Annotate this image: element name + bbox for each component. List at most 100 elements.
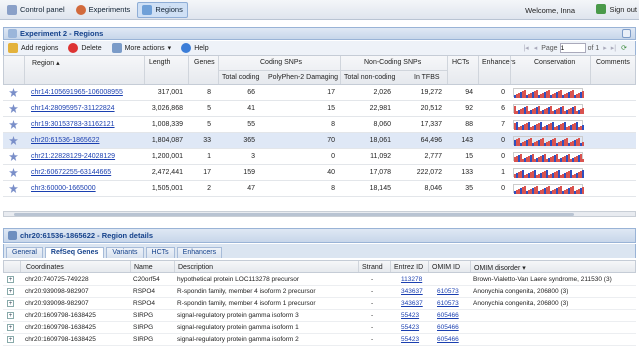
entrez-link[interactable]: 343637 (401, 300, 423, 307)
cell-strand: - (371, 276, 374, 283)
star-icon[interactable] (9, 120, 18, 129)
col-total-noncoding[interactable]: Total non-coding (344, 74, 395, 81)
entrez-link[interactable]: 113278 (401, 276, 422, 283)
last-page-icon[interactable]: ▸| (611, 44, 616, 52)
region-link[interactable]: chr19:30153783-31162121 (31, 121, 115, 128)
table-row[interactable]: chr14:28095957-31122824 3,026,868 5 41 1… (3, 101, 636, 117)
next-page-icon[interactable]: ▸ (603, 44, 607, 52)
col-length[interactable]: Length (149, 59, 170, 66)
conservation-bar (538, 106, 540, 114)
conservation-bar (568, 109, 570, 114)
conservation-bar (526, 191, 528, 194)
cell-description: signal-regulatory protein gamma isoform … (177, 324, 299, 331)
col-name[interactable]: Name (134, 264, 153, 271)
col-comments[interactable]: Comments (596, 59, 630, 66)
expand-icon[interactable]: + (7, 336, 14, 343)
conservation-bar (566, 110, 568, 114)
sign-out-link[interactable]: Sign out (596, 4, 637, 14)
entrez-link[interactable]: 55423 (401, 336, 419, 343)
star-icon[interactable] (9, 104, 18, 113)
col-genes[interactable]: Genes (194, 59, 215, 66)
first-page-icon[interactable]: |◂ (523, 44, 528, 52)
col-polyphen[interactable]: PolyPhen-2 Damaging (268, 74, 338, 81)
conservation-bar (562, 123, 564, 130)
table-row[interactable]: chr2:60672255-63144665 2,472,441 17 159 … (3, 165, 636, 181)
table-row[interactable]: chr19:30153783-31162121 1,008,339 5 55 8… (3, 117, 636, 133)
cell-polyphen: 8 (331, 185, 335, 192)
tab-general[interactable]: General (6, 247, 43, 258)
table-row[interactable]: + chr20:740725-749228 C20orf54 hypotheti… (3, 274, 636, 286)
collapse-icon[interactable] (622, 29, 631, 38)
conservation-bar (582, 170, 584, 178)
cell-polyphen: 40 (327, 169, 335, 176)
star-icon[interactable] (9, 168, 18, 177)
more-actions-button[interactable]: More actions ▾ (111, 43, 171, 53)
col-conservation[interactable]: Conservation (534, 59, 575, 66)
table-row[interactable]: chr3:60000-1665000 1,505,001 2 47 8 18,1… (3, 181, 636, 197)
star-icon[interactable] (9, 152, 18, 161)
omim-link[interactable]: 610573 (437, 288, 459, 295)
tab-hcts[interactable]: HCTs (145, 247, 175, 258)
entrez-link[interactable]: 55423 (401, 324, 419, 331)
col-strand[interactable]: Strand (362, 264, 383, 271)
col-omim-id[interactable]: OMIM ID (432, 264, 460, 271)
conservation-bar (538, 123, 540, 130)
conservation-bar (526, 123, 528, 130)
region-link[interactable]: chr21:22828129-24028129 (31, 153, 115, 160)
page-input[interactable] (559, 43, 586, 53)
table-row[interactable]: + chr20:939098-982907 RSPO4 R-spondin fa… (3, 286, 636, 298)
horizontal-scrollbar[interactable] (3, 211, 636, 217)
help-button[interactable]: Help (181, 43, 209, 53)
nav-control-panel[interactable]: Control panel (3, 2, 69, 18)
col-omim-disorder[interactable]: OMIM disorder ▾ (474, 264, 526, 272)
region-link[interactable]: chr20:61536-1865622 (31, 137, 100, 144)
table-row[interactable]: + chr20:1609798-1638425 SIRPG signal-reg… (3, 322, 636, 334)
entrez-link[interactable]: 343637 (401, 288, 423, 295)
panel-title: Experiment 2 - Regions (20, 29, 104, 38)
entrez-link[interactable]: 55423 (401, 312, 419, 319)
table-row[interactable]: chr21:22828129-24028129 1,200,001 1 3 0 … (3, 149, 636, 165)
star-icon[interactable] (9, 184, 18, 193)
tab-variants[interactable]: Variants (106, 247, 144, 258)
col-description[interactable]: Description (178, 264, 213, 271)
expand-icon[interactable]: + (7, 276, 14, 283)
omim-link[interactable]: 605466 (437, 324, 459, 331)
star-icon[interactable] (9, 136, 18, 145)
nav-experiments[interactable]: Experiments (72, 2, 135, 18)
table-row[interactable]: + chr20:1609798-1638425 SIRPG signal-reg… (3, 310, 636, 322)
table-row[interactable]: chr14:105691965-106008955 317,001 8 66 1… (3, 85, 636, 101)
omim-link[interactable]: 605466 (437, 336, 459, 343)
tab-refseq-genes[interactable]: RefSeq Genes (44, 247, 105, 258)
star-icon[interactable] (9, 88, 18, 97)
col-total-coding[interactable]: Total coding (222, 74, 259, 81)
table-row[interactable]: + chr20:1609798-1638425 SIRPG signal-reg… (3, 334, 636, 346)
conservation-bar (572, 141, 574, 146)
prev-page-icon[interactable]: ◂ (534, 44, 538, 52)
omim-link[interactable]: 610573 (437, 300, 459, 307)
expand-icon[interactable]: + (7, 288, 14, 295)
delete-button[interactable]: Delete (68, 43, 102, 53)
scrollbar-thumb[interactable] (14, 213, 574, 216)
nav-regions[interactable]: Regions (137, 1, 188, 18)
col-entrez[interactable]: Entrez ID (394, 264, 423, 271)
conservation-bar (572, 186, 574, 194)
expand-icon[interactable]: + (7, 300, 14, 307)
table-row[interactable]: chr20:61536-1865622 1,804,087 33 365 70 … (3, 133, 636, 149)
col-in-tfbs[interactable]: In TFBS (414, 74, 440, 81)
col-coordinates[interactable]: Coordinates (26, 264, 64, 271)
col-hcts[interactable]: HCTs (452, 59, 469, 66)
col-region[interactable]: Region ▴ (32, 59, 60, 67)
omim-link[interactable]: 605466 (437, 312, 459, 319)
expand-icon[interactable]: + (7, 312, 14, 319)
table-row[interactable]: + chr20:939098-982907 RSPO4 R-spondin fa… (3, 298, 636, 310)
region-link[interactable]: chr14:105691965-106008955 (31, 89, 123, 96)
conservation-bar (574, 174, 576, 178)
region-link[interactable]: chr14:28095957-31122824 (31, 105, 115, 112)
expand-icon[interactable]: + (7, 324, 14, 331)
tab-enhancers[interactable]: Enhancers (176, 247, 223, 258)
add-regions-button[interactable]: Add regions (8, 43, 58, 53)
region-link[interactable]: chr2:60672255-63144665 (31, 169, 111, 176)
region-link[interactable]: chr3:60000-1665000 (31, 185, 96, 192)
refresh-icon[interactable]: ⟳ (621, 44, 627, 52)
conservation-bar (518, 172, 520, 178)
